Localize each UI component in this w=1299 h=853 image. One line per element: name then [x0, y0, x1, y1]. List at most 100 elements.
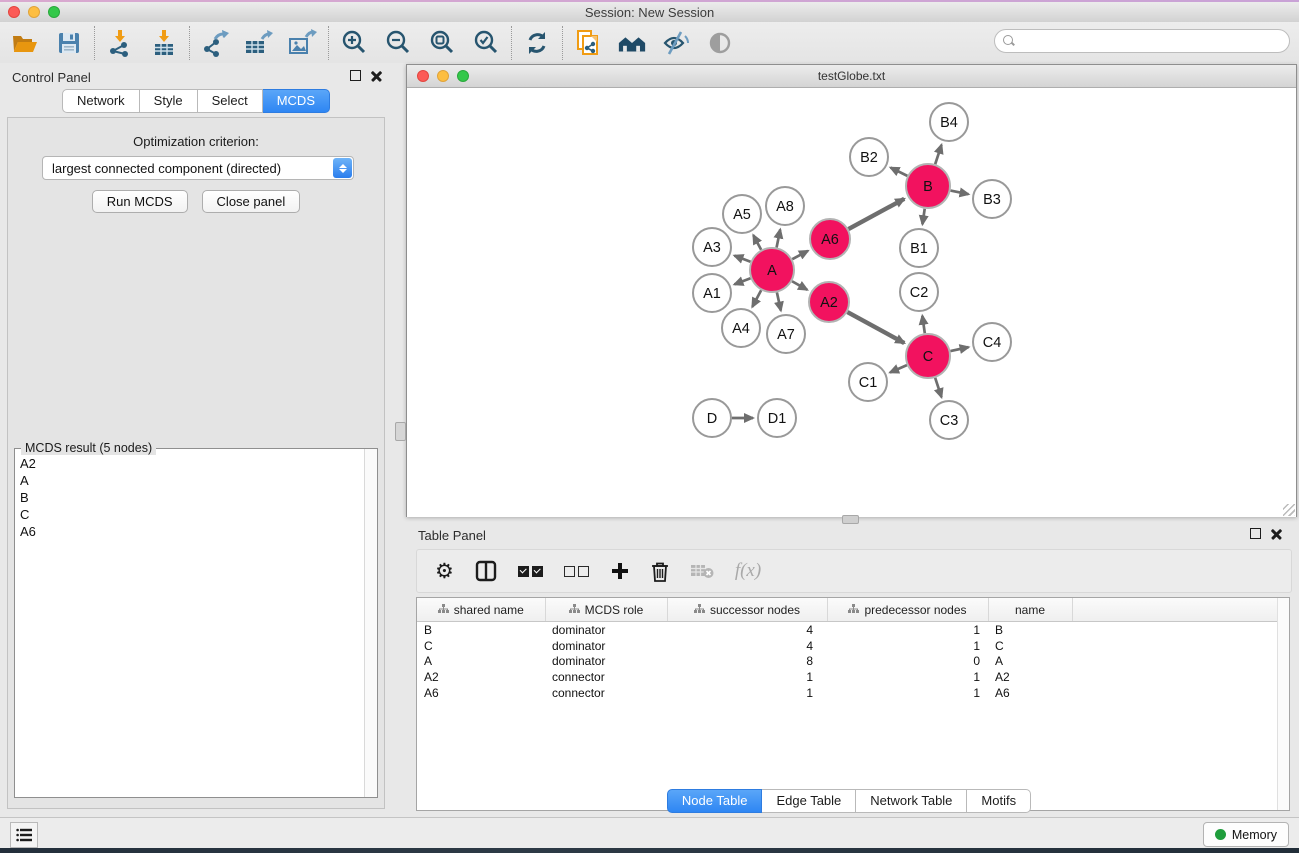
zoom-fit-button[interactable]: [427, 28, 457, 58]
node-C1[interactable]: C1: [849, 363, 887, 401]
node-A[interactable]: A: [750, 248, 794, 292]
refresh-button[interactable]: [522, 28, 552, 58]
show-details-button[interactable]: [705, 28, 735, 58]
mcds-result-item[interactable]: C: [16, 506, 364, 523]
tab-select[interactable]: Select: [198, 89, 263, 113]
node-A7[interactable]: A7: [767, 315, 805, 353]
node-C4[interactable]: C4: [973, 323, 1011, 361]
node-B1[interactable]: B1: [900, 229, 938, 267]
tab-network-table[interactable]: Network Table: [856, 789, 967, 813]
table-scrollbar[interactable]: [1277, 598, 1289, 810]
save-session-button[interactable]: [54, 28, 84, 58]
node-C[interactable]: C: [906, 334, 950, 378]
edge-C-C4[interactable]: [950, 347, 968, 351]
close-panel-icon[interactable]: [371, 70, 382, 81]
mcds-list-scrollbar[interactable]: [364, 449, 377, 797]
network-canvas[interactable]: B4 B2 B B3 A8A5 A6 A3 B1 A A1 C2 A2 A4A7 C4 C C1 D D1 C3: [407, 88, 1296, 517]
edge-A-A3[interactable]: [734, 256, 750, 262]
mcds-result-item[interactable]: A2: [16, 455, 364, 472]
close-panel-button[interactable]: Close panel: [202, 190, 301, 213]
select-all-button[interactable]: [518, 556, 543, 586]
table-mode-button[interactable]: ⚙: [435, 556, 454, 586]
edge-A-A6[interactable]: [792, 251, 808, 259]
node-D1[interactable]: D1: [758, 399, 796, 437]
delete-table-button[interactable]: [690, 556, 714, 586]
edge-C-C2[interactable]: [922, 316, 924, 333]
column-header-successor-nodes[interactable]: successor nodes: [667, 598, 827, 622]
edge-B-B1[interactable]: [922, 209, 924, 224]
table-row[interactable]: Bdominator41B: [417, 622, 1284, 638]
tab-style[interactable]: Style: [140, 89, 198, 113]
node-D[interactable]: D: [693, 399, 731, 437]
memory-button[interactable]: Memory: [1203, 822, 1289, 847]
edge-A-A1[interactable]: [734, 278, 750, 284]
show-columns-button[interactable]: [475, 556, 497, 586]
node-A6[interactable]: A6: [810, 219, 850, 259]
column-header-shared-name[interactable]: shared name: [417, 598, 545, 622]
delete-column-button[interactable]: [651, 556, 669, 586]
function-builder-button[interactable]: f(x): [735, 556, 761, 586]
edge-C-C3[interactable]: [935, 378, 941, 397]
node-A8[interactable]: A8: [766, 187, 804, 225]
node-B3[interactable]: B3: [973, 180, 1011, 218]
float-panel-icon[interactable]: [350, 70, 361, 81]
node-C2[interactable]: C2: [900, 273, 938, 311]
edge-B-B4[interactable]: [935, 145, 941, 164]
node-B4[interactable]: B4: [930, 103, 968, 141]
import-table-button[interactable]: [149, 28, 179, 58]
search-input[interactable]: [1020, 33, 1289, 49]
edge-A-A8[interactable]: [777, 230, 781, 248]
node-A4[interactable]: A4: [722, 309, 760, 347]
export-image-button[interactable]: [288, 28, 318, 58]
deselect-all-button[interactable]: [564, 556, 589, 586]
column-header-name[interactable]: name: [988, 598, 1072, 622]
table-row[interactable]: A2connector11A2: [417, 669, 1284, 685]
copy-network-button[interactable]: [573, 28, 603, 58]
table-row[interactable]: Adominator80A: [417, 654, 1284, 670]
tab-network[interactable]: Network: [62, 89, 140, 113]
table-row[interactable]: Cdominator41C: [417, 638, 1284, 654]
tab-motifs[interactable]: Motifs: [967, 789, 1031, 813]
table-row[interactable]: A6connector11A6: [417, 685, 1284, 701]
edge-A6-B[interactable]: [848, 199, 904, 229]
tab-node-table[interactable]: Node Table: [667, 789, 763, 813]
node-B[interactable]: B: [906, 164, 950, 208]
close-table-panel-icon[interactable]: [1271, 528, 1282, 539]
open-session-button[interactable]: [10, 28, 40, 58]
export-network-button[interactable]: [200, 28, 230, 58]
hide-details-button[interactable]: [661, 28, 691, 58]
home-button[interactable]: [617, 28, 647, 58]
zoom-in-button[interactable]: [339, 28, 369, 58]
node-A3[interactable]: A3: [693, 228, 731, 266]
search-field[interactable]: [994, 29, 1290, 53]
mcds-result-item[interactable]: B: [16, 489, 364, 506]
criterion-select[interactable]: largest connected component (directed): [42, 156, 354, 180]
node-C3[interactable]: C3: [930, 401, 968, 439]
vertical-splitter-handle[interactable]: [395, 422, 406, 441]
float-table-panel-icon[interactable]: [1250, 528, 1261, 539]
column-header-mcds-role[interactable]: MCDS role: [545, 598, 667, 622]
node-A2[interactable]: A2: [809, 282, 849, 322]
tab-mcds[interactable]: MCDS: [263, 89, 330, 113]
node-B2[interactable]: B2: [850, 138, 888, 176]
edge-A-A4[interactable]: [752, 290, 761, 307]
node-A5[interactable]: A5: [723, 195, 761, 233]
mcds-result-item[interactable]: A: [16, 472, 364, 489]
add-column-button[interactable]: [610, 556, 630, 586]
window-resize-grip[interactable]: [1283, 504, 1295, 516]
tab-edge-table[interactable]: Edge Table: [762, 789, 856, 813]
export-table-button[interactable]: [244, 28, 274, 58]
zoom-out-button[interactable]: [383, 28, 413, 58]
run-mcds-button[interactable]: Run MCDS: [92, 190, 188, 213]
edge-A-A7[interactable]: [777, 292, 781, 310]
edge-A-A5[interactable]: [753, 235, 761, 250]
edge-B-B2[interactable]: [891, 168, 908, 176]
import-network-button[interactable]: [105, 28, 135, 58]
zoom-selected-button[interactable]: [471, 28, 501, 58]
edge-A-A2[interactable]: [792, 281, 807, 290]
edge-B-B3[interactable]: [951, 191, 969, 195]
task-history-button[interactable]: [10, 822, 38, 848]
node-A1[interactable]: A1: [693, 274, 731, 312]
column-header-predecessor-nodes[interactable]: predecessor nodes: [827, 598, 988, 622]
edge-C-C1[interactable]: [890, 365, 907, 372]
